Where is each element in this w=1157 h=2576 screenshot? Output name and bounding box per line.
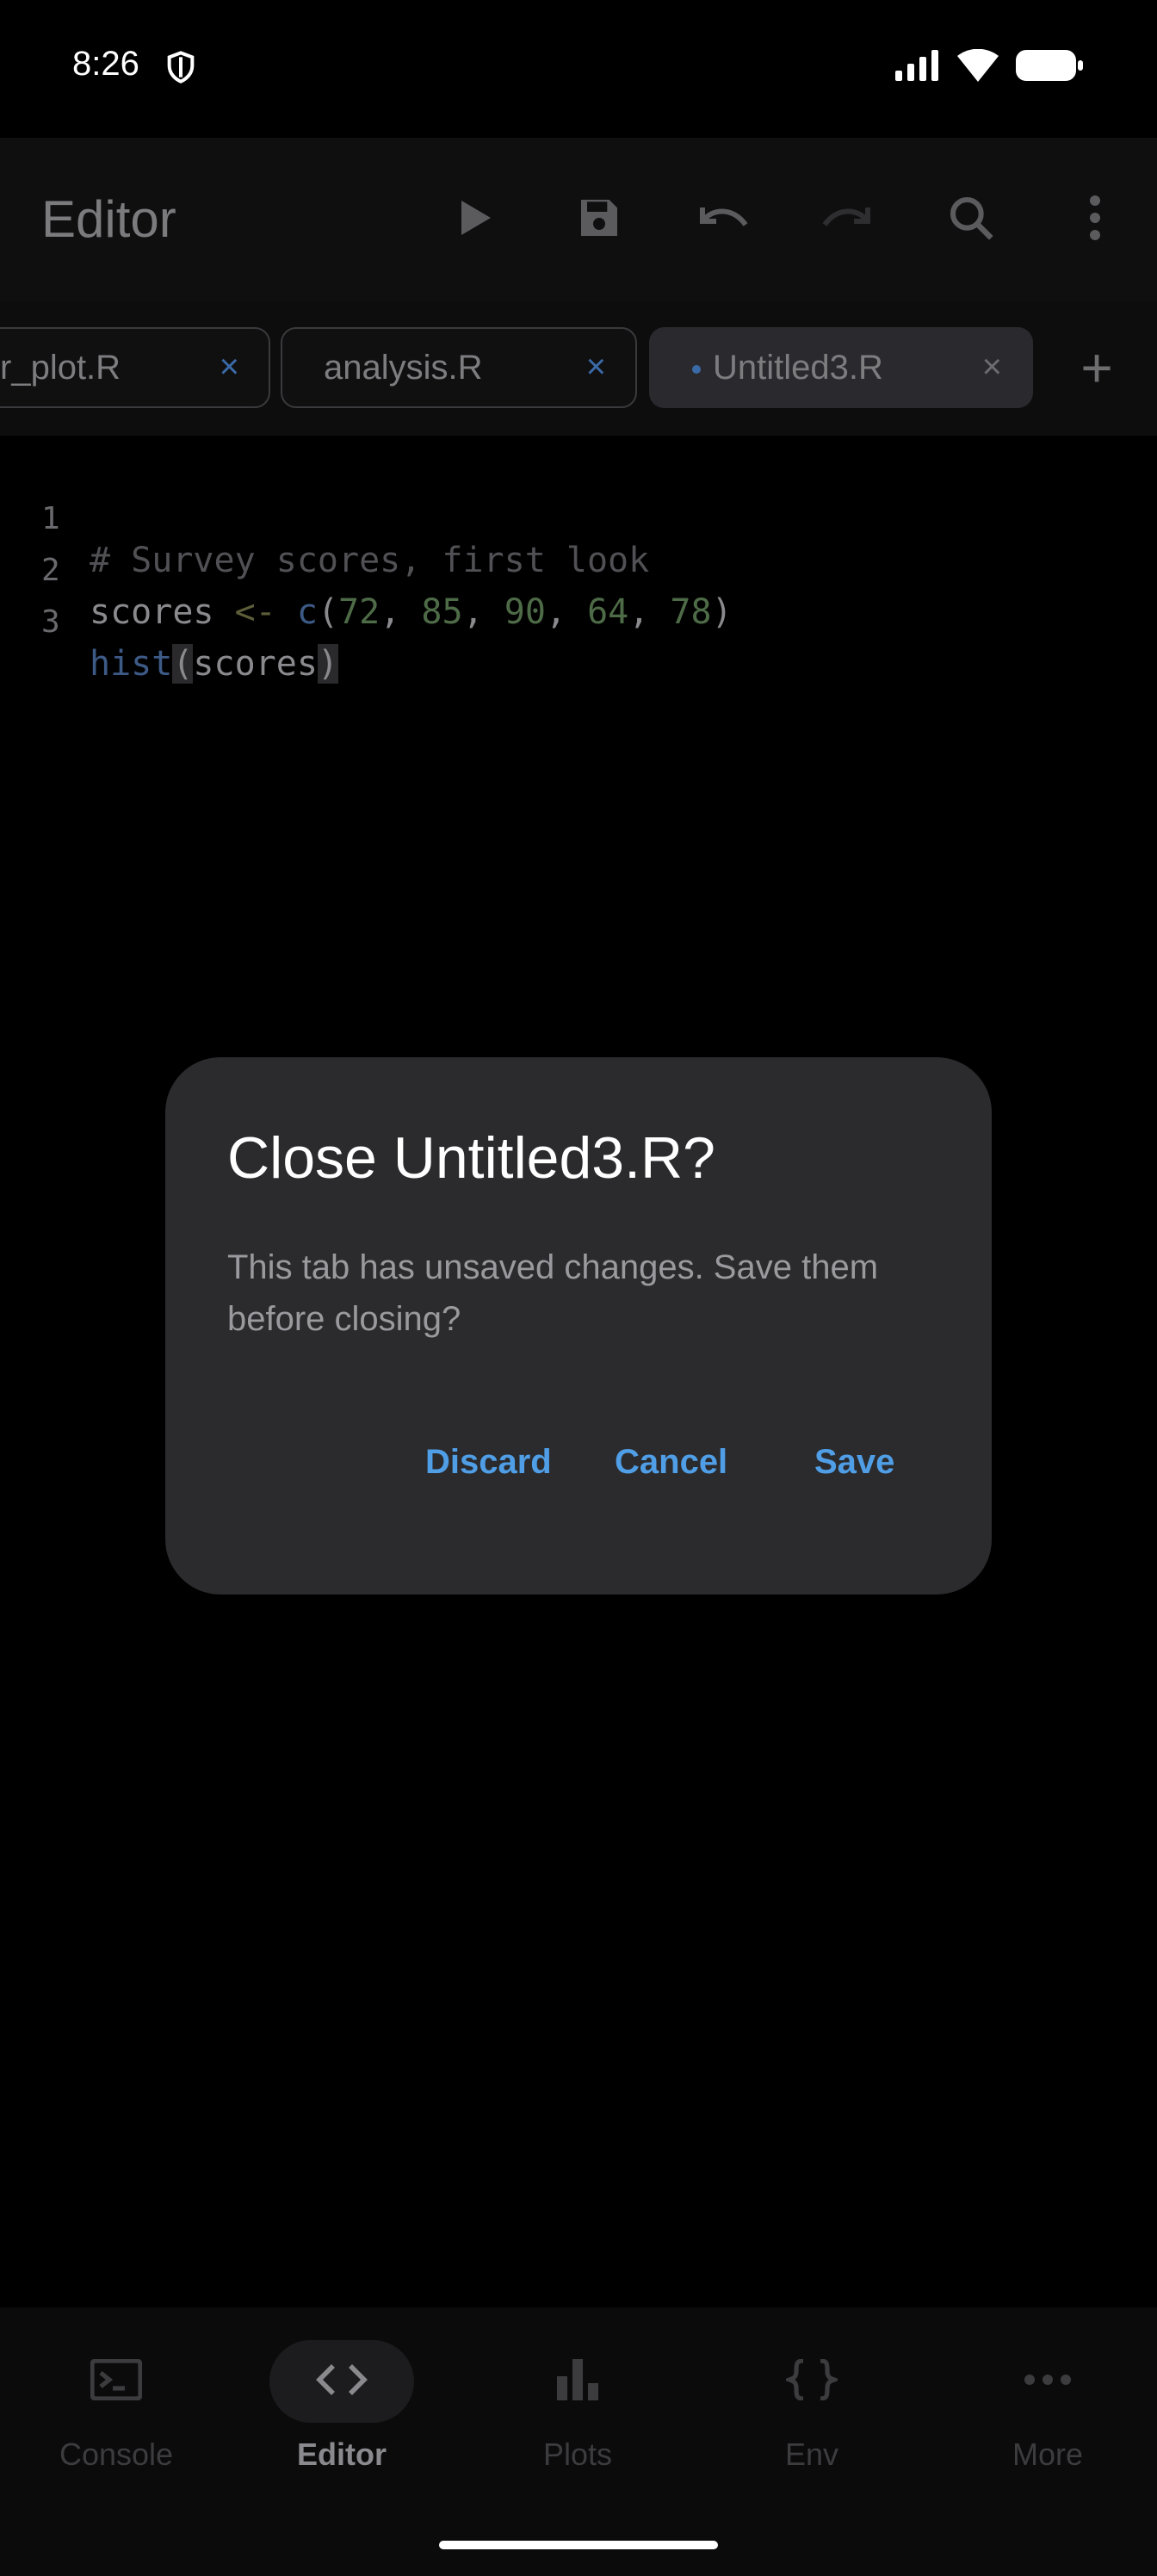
close-tab-icon[interactable]: × <box>586 348 606 387</box>
code-identifier: scores <box>193 644 318 684</box>
run-icon <box>456 197 494 243</box>
wifi-icon <box>957 48 999 86</box>
nav-item-plots[interactable]: Plots <box>461 2307 694 2497</box>
close-tab-icon[interactable]: × <box>220 348 239 387</box>
braces-icon <box>782 2357 842 2405</box>
more-horiz-icon <box>1024 2374 1072 2390</box>
tab-label: r_plot.R <box>0 348 121 387</box>
nav-item-console[interactable]: Console <box>0 2307 232 2497</box>
dialog-message: This tab has unsaved changes. Save them … <box>227 1248 879 1338</box>
code-comment: # Survey scores, first look <box>90 541 650 580</box>
code-number: 85 <box>421 592 463 632</box>
save-icon <box>575 194 623 246</box>
cancel-button[interactable]: Cancel <box>615 1443 727 1482</box>
page-title: Editor <box>41 190 176 248</box>
code-identifier: scores <box>90 592 214 632</box>
unsaved-dot-icon <box>692 365 701 374</box>
status-bar: 8:26 <box>0 0 1157 138</box>
code-number: 78 <box>670 592 712 632</box>
close-tab-dialog: Close Untitled3.R? This tab has unsaved … <box>165 1057 992 1595</box>
save-file-button[interactable] <box>537 172 661 267</box>
code-function: c <box>296 592 318 632</box>
battery-icon <box>1016 48 1085 87</box>
home-indicator[interactable] <box>439 2541 718 2549</box>
signal-icon <box>895 50 940 85</box>
tab-untitled3[interactable]: Untitled3.R × <box>649 327 1033 408</box>
undo-button[interactable] <box>661 172 785 267</box>
line-number: 3 <box>41 604 60 640</box>
redo-button[interactable] <box>785 172 909 267</box>
search-icon <box>947 194 995 246</box>
code-line: 3 hist(scores) <box>41 604 339 684</box>
app-bar: Editor <box>0 138 1157 301</box>
search-button[interactable] <box>909 172 1033 267</box>
nav-label: Console <box>59 2437 174 2472</box>
console-icon <box>90 2357 143 2405</box>
code-function: hist <box>90 644 173 684</box>
tab-analysis[interactable]: analysis.R × <box>281 327 637 408</box>
nav-label: More <box>1012 2437 1084 2472</box>
save-button[interactable]: Save <box>814 1443 894 1482</box>
overflow-menu-button[interactable] <box>1033 172 1157 267</box>
run-button[interactable] <box>413 172 537 267</box>
discard-button[interactable]: Discard <box>425 1443 552 1482</box>
status-time: 8:26 <box>72 45 139 83</box>
code-line: 2 scores <- c(72, 85, 90, 64, 78) <box>41 553 733 632</box>
dialog-title: Close Untitled3.R? <box>227 1125 715 1191</box>
code-number: 64 <box>587 592 629 632</box>
shield-icon <box>164 50 198 89</box>
nav-label: Env <box>784 2437 839 2472</box>
bar-chart-icon <box>555 2358 600 2405</box>
undo-icon <box>696 201 751 239</box>
code-line: 1 # Survey scores, first look <box>0 461 649 580</box>
code-number: 90 <box>504 592 546 632</box>
close-tab-icon[interactable]: × <box>982 348 1002 387</box>
tab-label: analysis.R <box>324 348 483 387</box>
nav-item-more[interactable]: More <box>931 2307 1157 2497</box>
nav-label: Editor <box>297 2437 387 2472</box>
more-vert-icon <box>1088 194 1102 246</box>
code-icon <box>316 2362 368 2401</box>
add-tab-button[interactable]: + <box>1036 327 1157 408</box>
nav-item-env[interactable]: Env <box>696 2307 928 2497</box>
code-number: 72 <box>338 592 381 632</box>
nav-label: Plots <box>542 2437 613 2472</box>
tab-label: Untitled3.R <box>713 348 883 387</box>
bottom-navigation: Console Editor Plots Env More <box>0 2307 1157 2576</box>
code-operator: <- <box>234 592 276 632</box>
nav-item-editor[interactable]: Editor <box>226 2307 458 2497</box>
tab-r-plot[interactable]: r_plot.R × <box>0 327 270 408</box>
tab-strip: r_plot.R × analysis.R × Untitled3.R × + <box>0 301 1157 436</box>
redo-icon <box>820 201 875 239</box>
